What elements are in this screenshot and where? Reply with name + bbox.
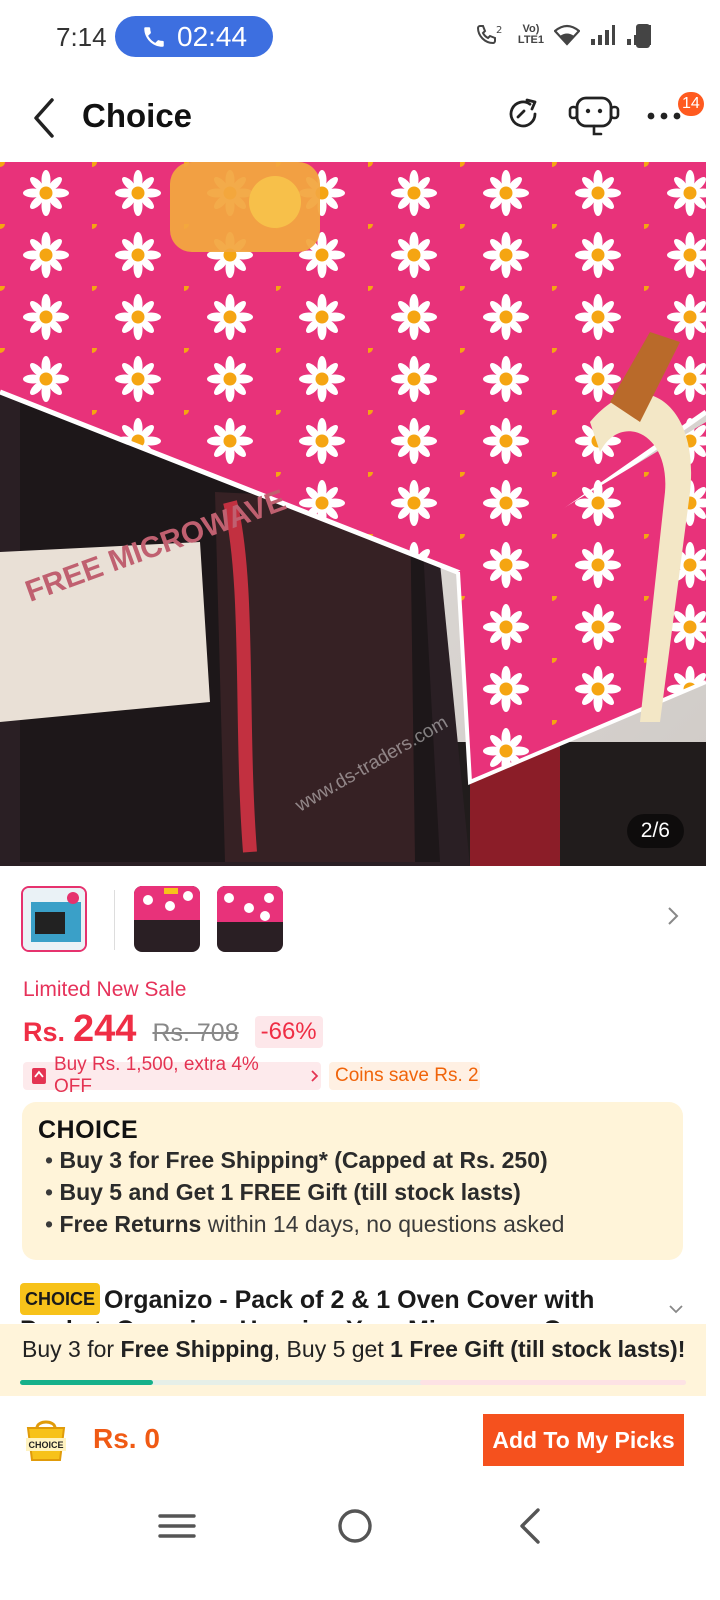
call-timer-pill[interactable]: 02:44 [115, 16, 273, 57]
price-currency: Rs. [23, 1017, 66, 1047]
add-to-my-picks-button[interactable]: Add To My Picks [483, 1414, 684, 1466]
benefit-free-gift: • Buy 5 and Get 1 FREE Gift (till stock … [45, 1179, 521, 1205]
network-type-label: Vo) LTE1 [518, 24, 544, 46]
discount-badge: -66% [254, 1016, 323, 1048]
page-title: Choice [82, 97, 193, 134]
expand-chevron-icon[interactable] [668, 1303, 684, 1315]
thumbnail-3[interactable] [217, 886, 283, 952]
price-amount: 244 [73, 1008, 137, 1050]
chevron-right-small-icon [311, 1070, 319, 1082]
status-time: 7:14 [56, 22, 107, 52]
status-bar: 7:14 02:44 2 Vo) LTE1 [0, 0, 720, 72]
shipping-banner-text: Buy 3 for Free Shipping, Buy 5 get 1 Fre… [22, 1336, 685, 1363]
product-photo: FREE MICROWAVE www.ds-traders.com [0, 162, 706, 866]
price-row: Rs. 244 Rs. 708 -66% [23, 1008, 323, 1051]
signal-icon-1 [591, 25, 615, 45]
thumbnail-2[interactable] [134, 886, 200, 952]
ship-part-1: Buy 3 for [22, 1336, 121, 1362]
thumbnail-1[interactable] [21, 886, 87, 952]
product-title[interactable]: CHOICE Organizo - Pack of 2 & 1 Oven Cove… [20, 1283, 660, 1323]
choice-cart-icon[interactable]: CHOICE [20, 1416, 72, 1466]
product-title-text: Organizo - Pack of 2 & 1 Oven Cover with… [20, 1286, 605, 1323]
back-arrow-icon[interactable] [30, 96, 58, 140]
ship-part-4: 1 Free Gift (till stock lasts)! [390, 1336, 686, 1362]
benefit-free-returns-bold: Free Returns [59, 1211, 202, 1237]
store-deal-text: Buy Rs. 1,500, extra 4% OFF [53, 1054, 259, 1097]
image-pager: 2/6 [626, 814, 684, 848]
home-icon[interactable] [336, 1506, 374, 1546]
call-timer: 02:44 [177, 20, 248, 52]
benefit-free-shipping-text: Buy 3 for Free Shipping* (Capped at Rs. … [59, 1147, 548, 1173]
ship-part-2: Free Shipping [120, 1336, 274, 1362]
benefit-free-shipping: • Buy 3 for Free Shipping* (Capped at Rs… [45, 1147, 548, 1173]
wifi-icon [554, 24, 580, 46]
choice-tag: CHOICE [20, 1283, 101, 1315]
nav-back-icon[interactable] [516, 1506, 546, 1546]
customer-service-icon[interactable] [567, 94, 621, 138]
benefit-free-returns-text: within 14 days, no questions asked [201, 1211, 565, 1237]
benefit-free-gift-text: Buy 5 and Get 1 FREE Gift (till stock la… [59, 1179, 521, 1205]
lte-label: LTE1 [517, 34, 544, 46]
benefit-free-returns: • Free Returns within 14 days, no questi… [45, 1211, 565, 1237]
call-sim-number: 2 [496, 25, 502, 36]
picks-total: Rs. 0 [93, 1423, 160, 1454]
battery-icon [636, 24, 650, 48]
top-app-bar: Choice [0, 80, 720, 156]
message-count-badge: 14 [678, 92, 704, 116]
choice-benefits-card: CHOICE • Buy 3 for Free Shipping* (Cappe… [22, 1102, 683, 1260]
recent-apps-icon[interactable] [158, 1506, 196, 1546]
choice-logo: CHOICE [38, 1116, 139, 1144]
ship-part-3: , Buy 5 get [273, 1336, 391, 1362]
product-image-gallery[interactable]: FREE MICROWAVE www.ds-traders.com 2/6 [0, 162, 706, 866]
shipping-progress-gift-segment [420, 1380, 686, 1385]
phone-icon [144, 26, 164, 47]
coupon-icon [31, 1068, 46, 1084]
system-nav-bar [0, 1486, 720, 1600]
share-icon[interactable] [505, 94, 543, 134]
thumbnail-strip [0, 886, 720, 956]
status-icons: 2 Vo) LTE1 [474, 22, 652, 48]
wifi-call-icon: 2 [476, 25, 502, 45]
shipping-progress-fill [20, 1380, 154, 1385]
coins-text: Coins save Rs. 2 [335, 1065, 479, 1086]
bottom-action-bar: CHOICE Rs. 0 Add To My Picks [0, 1396, 720, 1486]
original-price: Rs. 708 [152, 1019, 239, 1047]
thumbnail-divider [114, 890, 115, 950]
store-deal-chip[interactable]: Buy Rs. 1,500, extra 4% OFF [23, 1054, 321, 1097]
cart-label: CHOICE [28, 1440, 63, 1450]
coins-chip[interactable]: Coins save Rs. 2 [329, 1062, 480, 1090]
chevron-right-icon[interactable] [666, 904, 680, 928]
shipping-progress-track [20, 1380, 686, 1385]
sale-label: Limited New Sale [23, 978, 187, 1001]
shipping-progress-banner: Buy 3 for Free Shipping, Buy 5 get 1 Fre… [0, 1324, 706, 1396]
